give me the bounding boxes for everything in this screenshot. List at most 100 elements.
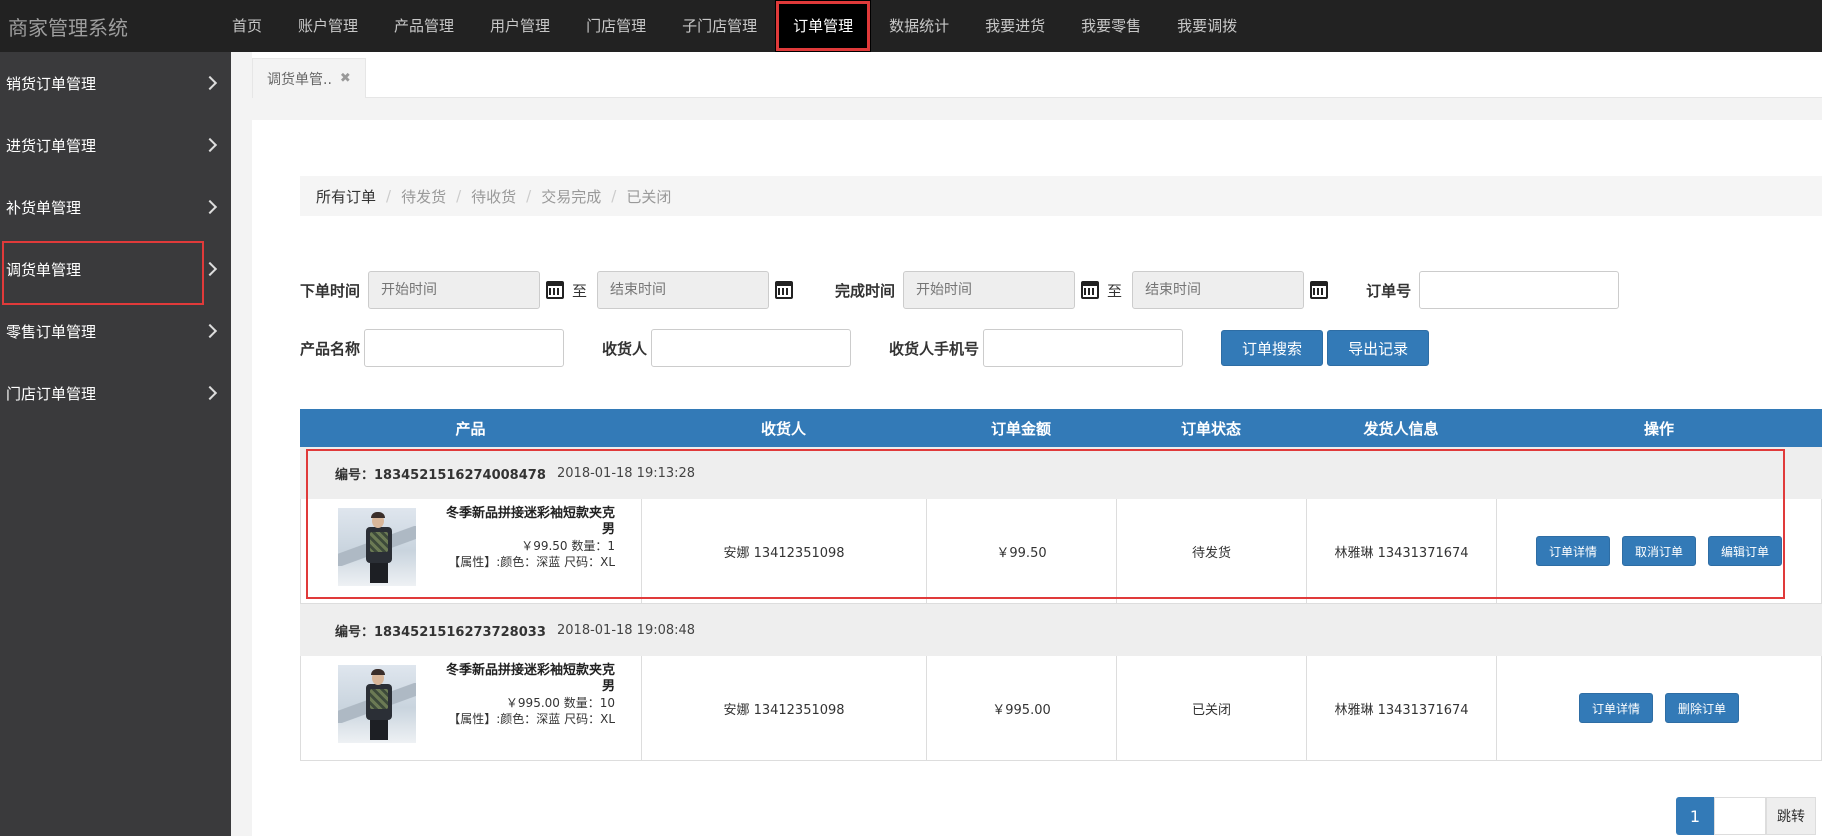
top-navbar: 商家管理系统 首页 账户管理 产品管理 用户管理 门店管理 子门店管理 订单管理… (0, 0, 1822, 52)
nav-home[interactable]: 首页 (214, 0, 280, 52)
nav-store[interactable]: 门店管理 (568, 0, 664, 52)
col-shipper: 发货人信息 (1363, 419, 1439, 438)
calendar-icon[interactable] (1310, 281, 1329, 299)
product-name-label: 产品名称 (300, 339, 361, 358)
amount-cell: ￥99.50 (927, 499, 1117, 603)
order-detail-button[interactable]: 订单详情 (1578, 693, 1653, 723)
crumb-pending-shipment[interactable]: 待发货 (401, 186, 446, 207)
chevron-right-icon (202, 385, 218, 401)
sidebar-item-label: 门店订单管理 (6, 384, 97, 403)
chevron-right-icon (202, 199, 218, 215)
breadcrumb-separator: / (386, 187, 392, 205)
calendar-icon[interactable] (546, 281, 565, 299)
tab-transfer-orders[interactable]: 调货单管.. ✖ (252, 58, 366, 98)
crumb-all-orders[interactable]: 所有订单 (316, 186, 376, 207)
finish-time-label: 完成时间 (835, 281, 896, 300)
nav-statistics[interactable]: 数据统计 (871, 0, 967, 52)
sidebar-item-retail-orders[interactable]: 零售订单管理 (0, 300, 231, 362)
col-status: 订单状态 (1180, 419, 1241, 438)
crumb-closed[interactable]: 已关闭 (626, 186, 671, 207)
receiver-phone-label: 收货人手机号 (889, 339, 980, 358)
page-1-button[interactable]: 1 (1676, 797, 1714, 835)
actions-cell: 订单详情 删除订单 (1497, 656, 1822, 760)
col-amount: 订单金额 (990, 419, 1051, 438)
close-icon[interactable]: ✖ (340, 71, 351, 86)
sidebar-item-label: 零售订单管理 (6, 322, 97, 341)
top-nav: 首页 账户管理 产品管理 用户管理 门店管理 子门店管理 订单管理 数据统计 我… (214, 0, 1255, 52)
receiver-phone-input[interactable] (983, 329, 1184, 367)
product-name-input[interactable] (364, 329, 565, 367)
product-attrs: 【属性】:颜色：深蓝 尺码：XL (448, 712, 615, 726)
order-search-button[interactable]: 订单搜索 (1221, 330, 1324, 366)
receiver-cell: 安娜 13412351098 (642, 499, 927, 603)
to-label: 至 (1107, 281, 1123, 300)
nav-transfer[interactable]: 我要调拨 (1159, 0, 1255, 52)
nav-orders[interactable]: 订单管理 (775, 0, 872, 52)
delete-order-button[interactable]: 删除订单 (1665, 693, 1740, 723)
order-id: 编号：1834521516273728033 (335, 624, 546, 640)
order-no-input[interactable] (1419, 271, 1620, 309)
brand-title: 商家管理系统 (8, 15, 128, 40)
sidebar-item-label: 进货订单管理 (6, 136, 97, 155)
chevron-right-icon (202, 261, 218, 277)
sidebar-item-sales-orders[interactable]: 销货订单管理 (0, 52, 231, 114)
order-end-time-input[interactable] (597, 271, 770, 309)
product-name[interactable]: 冬季新品拼接迷彩袖短款夹克男 (445, 506, 615, 538)
sidebar-item-purchase-orders[interactable]: 进货订单管理 (0, 114, 231, 176)
edit-order-button[interactable]: 编辑订单 (1708, 536, 1783, 566)
sidebar-item-store-orders[interactable]: 门店订单管理 (0, 362, 231, 424)
product-thumbnail[interactable] (338, 508, 416, 586)
chevron-right-icon (202, 75, 218, 91)
order-header: 编号：1834521516273728033 2018-01-18 19:08:… (300, 604, 1822, 656)
breadcrumb-separator: / (526, 187, 532, 205)
nav-product[interactable]: 产品管理 (376, 0, 472, 52)
product-attrs: 【属性】:颜色：深蓝 尺码：XL (448, 555, 615, 569)
content-panel: 所有订单 / 待发货 / 待收货 / 交易完成 / 已关闭 下单时间 至 完成时… (252, 120, 1822, 836)
sidebar-item-replenish-orders[interactable]: 补货单管理 (0, 176, 231, 238)
page-jump-input[interactable] (1714, 797, 1766, 835)
crumb-pending-receipt[interactable]: 待收货 (471, 186, 516, 207)
tab-bar: 调货单管.. ✖ (252, 52, 1822, 98)
nav-sub-store[interactable]: 子门店管理 (664, 0, 775, 52)
chevron-right-icon (202, 137, 218, 153)
order-status-breadcrumb: 所有订单 / 待发货 / 待收货 / 交易完成 / 已关闭 (300, 176, 1822, 216)
finish-start-time-input[interactable] (903, 271, 1076, 309)
order-header: 编号：1834521516274008478 2018-01-18 19:13:… (300, 447, 1822, 499)
sidebar-item-label: 销货订单管理 (6, 74, 97, 93)
sidebar-item-transfer-orders[interactable]: 调货单管理 (0, 238, 231, 305)
product-cell: 冬季新品拼接迷彩袖短款夹克男 ￥995.00 数量：10 【属性】:颜色：深蓝 … (301, 656, 642, 760)
nav-user[interactable]: 用户管理 (472, 0, 568, 52)
product-thumbnail[interactable] (338, 665, 416, 743)
pagination: 1 跳转 (1676, 797, 1816, 835)
receiver-cell: 安娜 13412351098 (642, 656, 927, 760)
calendar-icon[interactable] (1081, 281, 1100, 299)
product-name[interactable]: 冬季新品拼接迷彩袖短款夹克男 (445, 663, 615, 695)
cancel-order-button[interactable]: 取消订单 (1621, 536, 1696, 566)
nav-purchase[interactable]: 我要进货 (967, 0, 1063, 52)
order-start-time-input[interactable] (368, 271, 541, 309)
nav-account[interactable]: 账户管理 (280, 0, 376, 52)
filter-row-dates: 下单时间 至 完成时间 至 订单号 (300, 271, 1620, 309)
order-detail-button[interactable]: 订单详情 (1535, 536, 1610, 566)
orders-table: 产品 收货人 订单金额 订单状态 发货人信息 操作 编号：18345215162… (300, 409, 1822, 761)
sidebar: 销货订单管理 进货订单管理 补货单管理 调货单管理 零售订单管理 门店订单管理 (0, 52, 231, 836)
table-row: 冬季新品拼接迷彩袖短款夹克男 ￥99.50 数量：1 【属性】:颜色：深蓝 尺码… (300, 499, 1822, 604)
calendar-icon[interactable] (775, 281, 794, 299)
page-jump-button[interactable]: 跳转 (1766, 797, 1816, 835)
chevron-right-icon (202, 323, 218, 339)
breadcrumb-separator: / (456, 187, 462, 205)
finish-end-time-input[interactable] (1132, 271, 1305, 309)
amount-cell: ￥995.00 (927, 656, 1117, 760)
crumb-completed[interactable]: 交易完成 (541, 186, 601, 207)
status-cell: 已关闭 (1117, 656, 1307, 760)
export-records-button[interactable]: 导出记录 (1327, 330, 1430, 366)
breadcrumb-separator: / (611, 187, 617, 205)
receiver-input[interactable] (651, 329, 852, 367)
actions-cell: 订单详情 取消订单 编辑订单 (1497, 499, 1822, 603)
nav-retail[interactable]: 我要零售 (1063, 0, 1159, 52)
product-price-qty: ￥99.50 数量：1 (521, 539, 615, 553)
col-actions: 操作 (1643, 419, 1674, 438)
product-info: 冬季新品拼接迷彩袖短款夹克男 ￥99.50 数量：1 【属性】:颜色：深蓝 尺码… (445, 506, 615, 570)
product-info: 冬季新品拼接迷彩袖短款夹克男 ￥995.00 数量：10 【属性】:颜色：深蓝 … (445, 663, 615, 727)
sidebar-item-label: 调货单管理 (6, 260, 82, 279)
